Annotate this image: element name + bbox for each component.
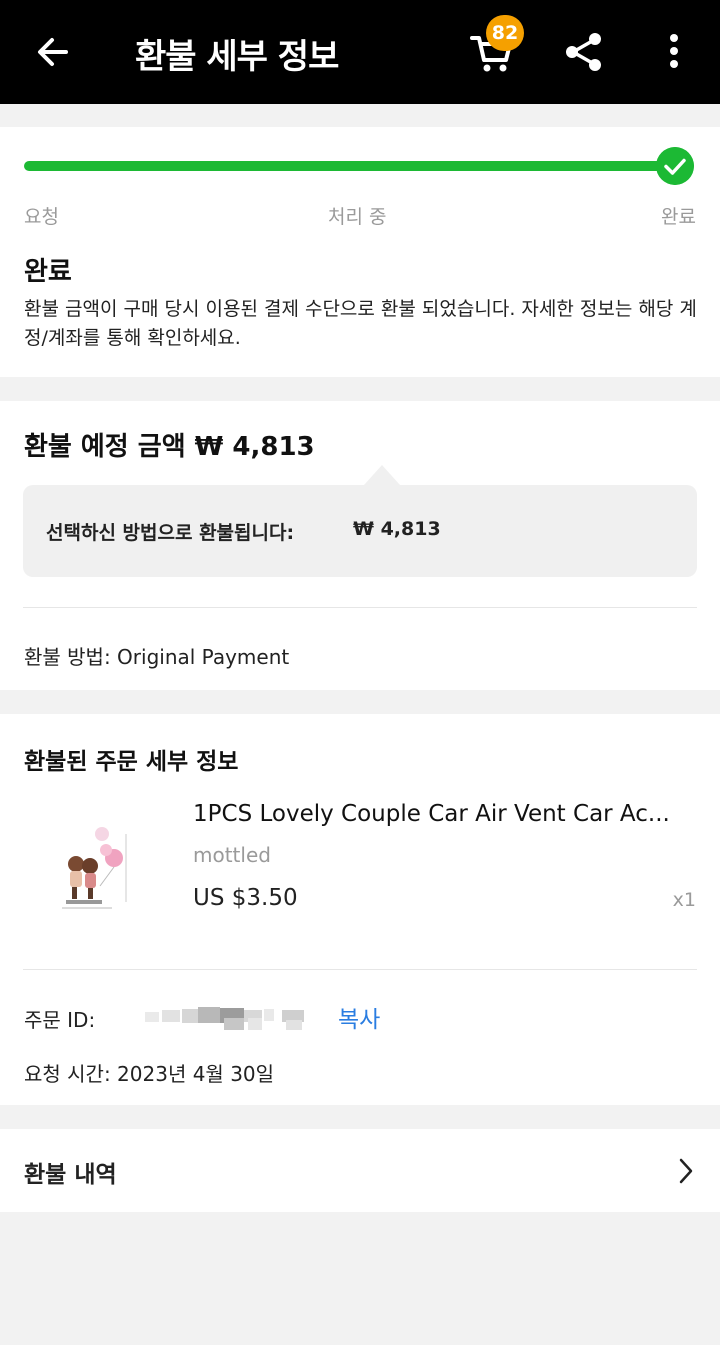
chevron-right-icon [679, 1158, 693, 1184]
refund-history-row[interactable]: 환불 내역 [0, 1129, 720, 1212]
request-time: 요청 시간: 2023년 4월 30일 [24, 1062, 275, 1086]
more-vertical-icon[interactable] [656, 30, 692, 74]
check-icon [656, 147, 694, 185]
cart-count-badge: 82 [486, 15, 524, 51]
status-description: 환불 금액이 구매 당시 이용된 결제 수단으로 환불 되었습니다. 자세한 정… [24, 298, 697, 349]
payment-method: 환불 방법: Original Payment [24, 645, 290, 669]
back-arrow-icon[interactable] [32, 30, 76, 74]
product-variant: mottled [193, 843, 271, 867]
share-icon[interactable] [562, 30, 606, 74]
product-name[interactable]: 1PCS Lovely Couple Car Air Vent Car Ac..… [193, 801, 693, 827]
refund-progress-bar [24, 161, 674, 171]
refund-status-card: 요청 처리 중 완료 완료 환불 금액이 구매 당시 이용된 결제 수단으로 환… [0, 127, 720, 377]
refund-history-label: 환불 내역 [24, 1162, 117, 1188]
step-processing: 처리 중 [328, 206, 387, 228]
order-id-label: 주문 ID: [24, 1008, 96, 1032]
callout-pointer [364, 465, 400, 485]
refund-amount-title: 환불 예정 금액 ₩ 4,813 [24, 432, 315, 462]
product-thumbnail[interactable] [40, 814, 150, 924]
refund-method-box: 선택하신 방법으로 환불됩니다: ₩ 4,813 [23, 485, 697, 577]
refund-method-label: 선택하신 방법으로 환불됩니다: [46, 522, 295, 544]
redacted-order-id [145, 1007, 304, 1030]
product-price: US $3.50 [193, 885, 298, 911]
step-requested: 요청 [24, 206, 59, 228]
page-title: 환불 세부 정보 [135, 37, 339, 77]
copy-order-id-button[interactable]: 복사 [338, 1000, 380, 1034]
status-title: 완료 [24, 257, 72, 287]
refund-amount-card: 환불 예정 금액 ₩ 4,813 선택하신 방법으로 환불됩니다: ₩ 4,81… [0, 401, 720, 690]
divider [23, 969, 697, 970]
refund-method-amount: ₩ 4,813 [353, 518, 441, 540]
product-quantity: x1 [672, 889, 696, 911]
divider [23, 607, 697, 608]
order-details-title: 환불된 주문 세부 정보 [24, 749, 239, 775]
top-app-bar: 환불 세부 정보 82 [0, 0, 720, 104]
order-details-card: 환불된 주문 세부 정보 1PCS Lovely Couple Car Air … [0, 714, 720, 1105]
step-completed: 완료 [661, 206, 696, 228]
